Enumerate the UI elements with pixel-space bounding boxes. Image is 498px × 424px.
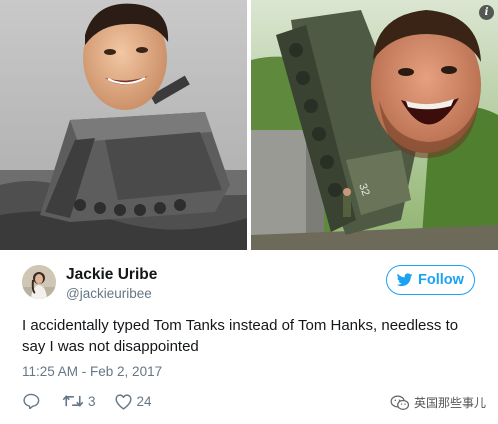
watermark: 英国那些事儿 bbox=[390, 394, 486, 411]
reply-icon bbox=[23, 393, 40, 409]
reply-button[interactable] bbox=[22, 393, 44, 409]
like-button[interactable]: 24 bbox=[114, 393, 152, 410]
retweet-button[interactable]: 3 bbox=[62, 393, 96, 409]
retweet-count: 3 bbox=[88, 393, 96, 409]
avatar[interactable] bbox=[22, 265, 56, 299]
wechat-icon bbox=[390, 394, 410, 410]
follow-label: Follow bbox=[418, 272, 464, 288]
author-block[interactable]: Jackie Uribe @jackieuribee bbox=[66, 265, 157, 302]
twitter-bird-icon bbox=[397, 273, 413, 287]
like-icon bbox=[114, 393, 132, 410]
author-display-name[interactable]: Jackie Uribe bbox=[66, 265, 157, 284]
media-left-image[interactable] bbox=[0, 0, 247, 250]
tweet-text: I accidentally typed Tom Tanks instead o… bbox=[22, 317, 459, 355]
author-handle[interactable]: @jackieuribee bbox=[66, 285, 157, 302]
follow-button[interactable]: Follow bbox=[386, 265, 475, 295]
info-icon[interactable]: i bbox=[479, 5, 494, 20]
retweet-icon bbox=[62, 395, 84, 407]
tweet-timestamp[interactable]: 11:25 AM - Feb 2, 2017 bbox=[22, 364, 162, 379]
tweet-media[interactable]: 32 i bbox=[0, 0, 498, 250]
like-count: 24 bbox=[136, 393, 152, 409]
tweet-actions: 3 24 bbox=[22, 392, 170, 410]
watermark-text: 英国那些事儿 bbox=[413, 396, 486, 410]
media-right-image[interactable]: 32 i bbox=[251, 0, 498, 250]
